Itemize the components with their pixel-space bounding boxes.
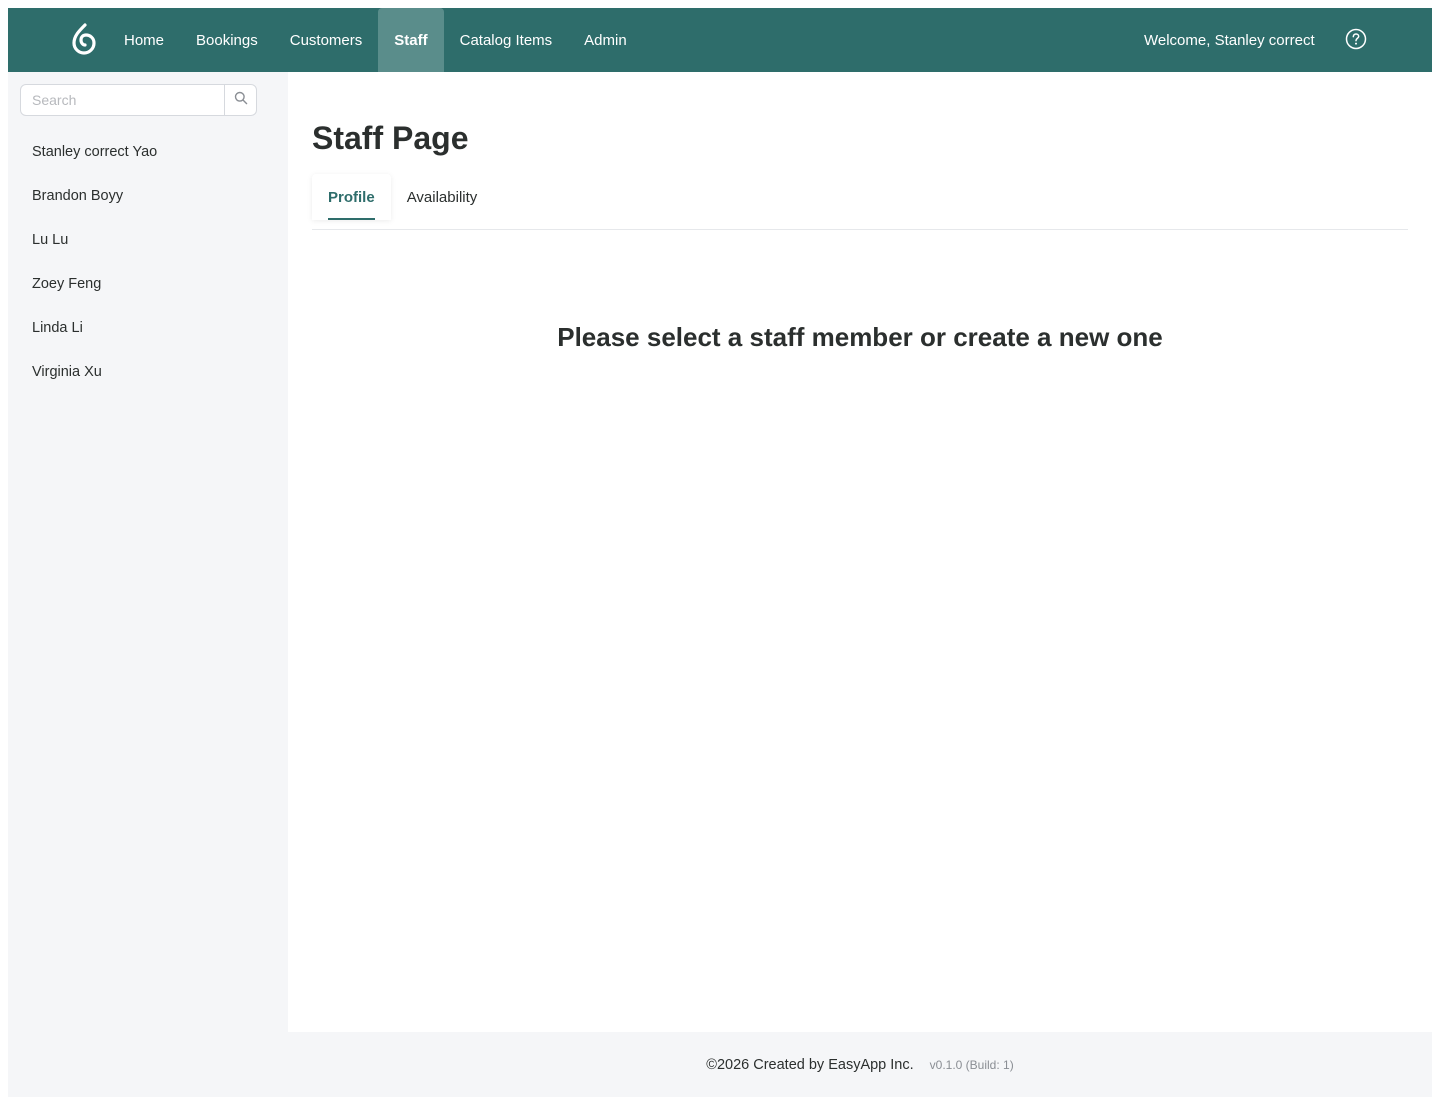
nav-item-home[interactable]: Home [108,8,180,72]
staff-list: Stanley correct Yao Brandon Boyy Lu Lu Z… [8,130,288,394]
app-window: Home Bookings Customers Staff Catalog It… [8,8,1432,1097]
main-nav: Home Bookings Customers Staff Catalog It… [108,8,643,72]
search-input[interactable] [21,85,224,115]
welcome-text: Welcome, Stanley correct [1144,31,1315,49]
staff-list-item[interactable]: Brandon Boyy [8,174,288,218]
tab-profile[interactable]: Profile [312,174,391,220]
empty-state-message: Please select a staff member or create a… [557,322,1163,352]
footer-copyright: ©2026 Created by EasyApp Inc. [706,1056,914,1073]
staff-tabs: Profile Availability [312,174,1408,230]
footer: ©2026 Created by EasyApp Inc. v0.1.0 (Bu… [288,1032,1432,1097]
flame-logo-icon[interactable] [70,22,98,56]
nav-item-customers[interactable]: Customers [274,8,379,72]
top-navigation-bar: Home Bookings Customers Staff Catalog It… [8,8,1432,72]
search-button[interactable] [224,85,256,115]
staff-list-item[interactable]: Zoey Feng [8,262,288,306]
tab-availability[interactable]: Availability [391,174,494,220]
nav-item-catalog-items[interactable]: Catalog Items [444,8,569,72]
question-circle-icon[interactable] [1345,28,1367,50]
page-title: Staff Page [312,120,469,156]
nav-item-admin[interactable]: Admin [568,8,643,72]
main-content: Staff Page Profile Availability Please s… [288,72,1432,1032]
staff-list-item[interactable]: Stanley correct Yao [8,130,288,174]
nav-item-staff[interactable]: Staff [378,8,444,72]
staff-list-item[interactable]: Linda Li [8,306,288,350]
staff-sidebar: Stanley correct Yao Brandon Boyy Lu Lu Z… [8,72,288,1097]
footer-version: v0.1.0 (Build: 1) [929,1057,1014,1072]
search-box [20,84,257,116]
staff-list-item[interactable]: Virginia Xu [8,350,288,394]
search-icon [234,91,248,110]
nav-item-bookings[interactable]: Bookings [180,8,274,72]
staff-list-item[interactable]: Lu Lu [8,218,288,262]
